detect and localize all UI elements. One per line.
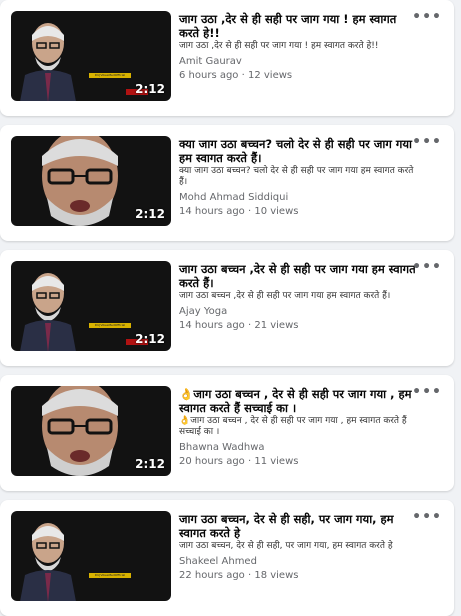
video-meta: 14 hours ago · 21 views [179,320,299,331]
video-duration: 2:12 [135,207,165,221]
video-card[interactable]: 2:12 👌जाग उठा बच्चन , देर से ही सही पर ज… [0,375,454,491]
video-title[interactable]: जाग उठा ,देर से ही सही पर जाग गया ! हम स… [179,12,417,40]
video-title[interactable]: 👌जाग उठा बच्चन , देर से ही सही पर जाग गय… [179,387,417,415]
person-figure-icon [20,523,76,601]
video-info: 👌जाग उठा बच्चन , देर से ही सही पर जाग गय… [179,387,417,468]
person-closeup-icon [42,136,118,226]
subtitle-chip: DU|VibesMedOfficial [89,323,131,328]
more-horizontal-icon[interactable]: ••• [412,385,442,399]
more-horizontal-icon[interactable]: ••• [412,260,442,274]
video-card[interactable]: DU|VibesMedOfficial 2:12 जाग उठा ,देर से… [0,0,454,116]
video-duration: 2:12 [135,457,165,471]
more-horizontal-icon[interactable]: ••• [412,10,442,24]
video-author[interactable]: Shakeel Ahmed [179,555,417,568]
video-meta: 22 hours ago · 18 views [179,570,299,581]
video-card[interactable]: DU|VibesMedOfficial जाग उठा बच्चन, देर स… [0,500,454,616]
video-author[interactable]: Mohd Ahmad Siddiqui [179,191,417,204]
video-info: जाग उठा ,देर से ही सही पर जाग गया ! हम स… [179,12,417,82]
video-info: जाग उठा बच्चन ,देर से ही सही पर जाग गया … [179,262,417,332]
more-horizontal-icon[interactable]: ••• [412,135,442,149]
video-description: जाग उठा बच्चन, देर से ही सही, पर जाग गया… [179,541,393,551]
video-duration: 2:12 [135,82,165,96]
video-card[interactable]: DU|VibesMedOfficial 2:12 जाग उठा बच्चन ,… [0,250,454,366]
more-horizontal-icon[interactable]: ••• [412,510,442,524]
video-card[interactable]: 2:12 क्या जाग उठा बच्चन? चलो देर से ही स… [0,125,454,241]
video-title[interactable]: जाग उठा बच्चन, देर से ही सही, पर जाग गया… [179,512,417,540]
video-description: 👌जाग उठा बच्चन , देर से ही सही पर जाग गय… [179,416,407,437]
video-duration: 2:12 [135,332,165,346]
video-meta: 6 hours ago · 12 views [179,70,293,81]
video-thumbnail[interactable]: DU|VibesMedOfficial [11,511,171,601]
video-meta: 14 hours ago · 10 views [179,206,299,217]
video-info: क्या जाग उठा बच्चन? चलो देर से ही सही पर… [179,137,417,218]
video-title[interactable]: जाग उठा बच्चन ,देर से ही सही पर जाग गया … [179,262,417,290]
video-author[interactable]: Bhawna Wadhwa [179,441,417,454]
video-description: जाग उठा बच्चन ,देर से ही सही पर जाग गया … [179,291,391,301]
video-info: जाग उठा बच्चन, देर से ही सही, पर जाग गया… [179,512,417,582]
video-thumbnail[interactable]: 2:12 [11,136,171,226]
video-author[interactable]: Amit Gaurav [179,55,417,68]
person-figure-icon [20,273,76,351]
subtitle-chip: DU|VibesMedOfficial [89,73,131,78]
person-closeup-icon [42,386,118,476]
video-thumbnail[interactable]: DU|VibesMedOfficial 2:12 [11,11,171,101]
video-thumbnail[interactable]: 2:12 [11,386,171,476]
video-meta: 20 hours ago · 11 views [179,456,299,467]
video-thumbnail[interactable]: DU|VibesMedOfficial 2:12 [11,261,171,351]
video-title[interactable]: क्या जाग उठा बच्चन? चलो देर से ही सही पर… [179,137,417,165]
video-description: क्या जाग उठा बच्चन? चलो देर से ही सही पर… [179,166,414,187]
person-figure-icon [20,23,76,101]
subtitle-chip: DU|VibesMedOfficial [89,573,131,578]
video-author[interactable]: Ajay Yoga [179,305,417,318]
video-description: जाग उठा ,देर से ही सही पर जाग गया ! हम स… [179,41,379,51]
